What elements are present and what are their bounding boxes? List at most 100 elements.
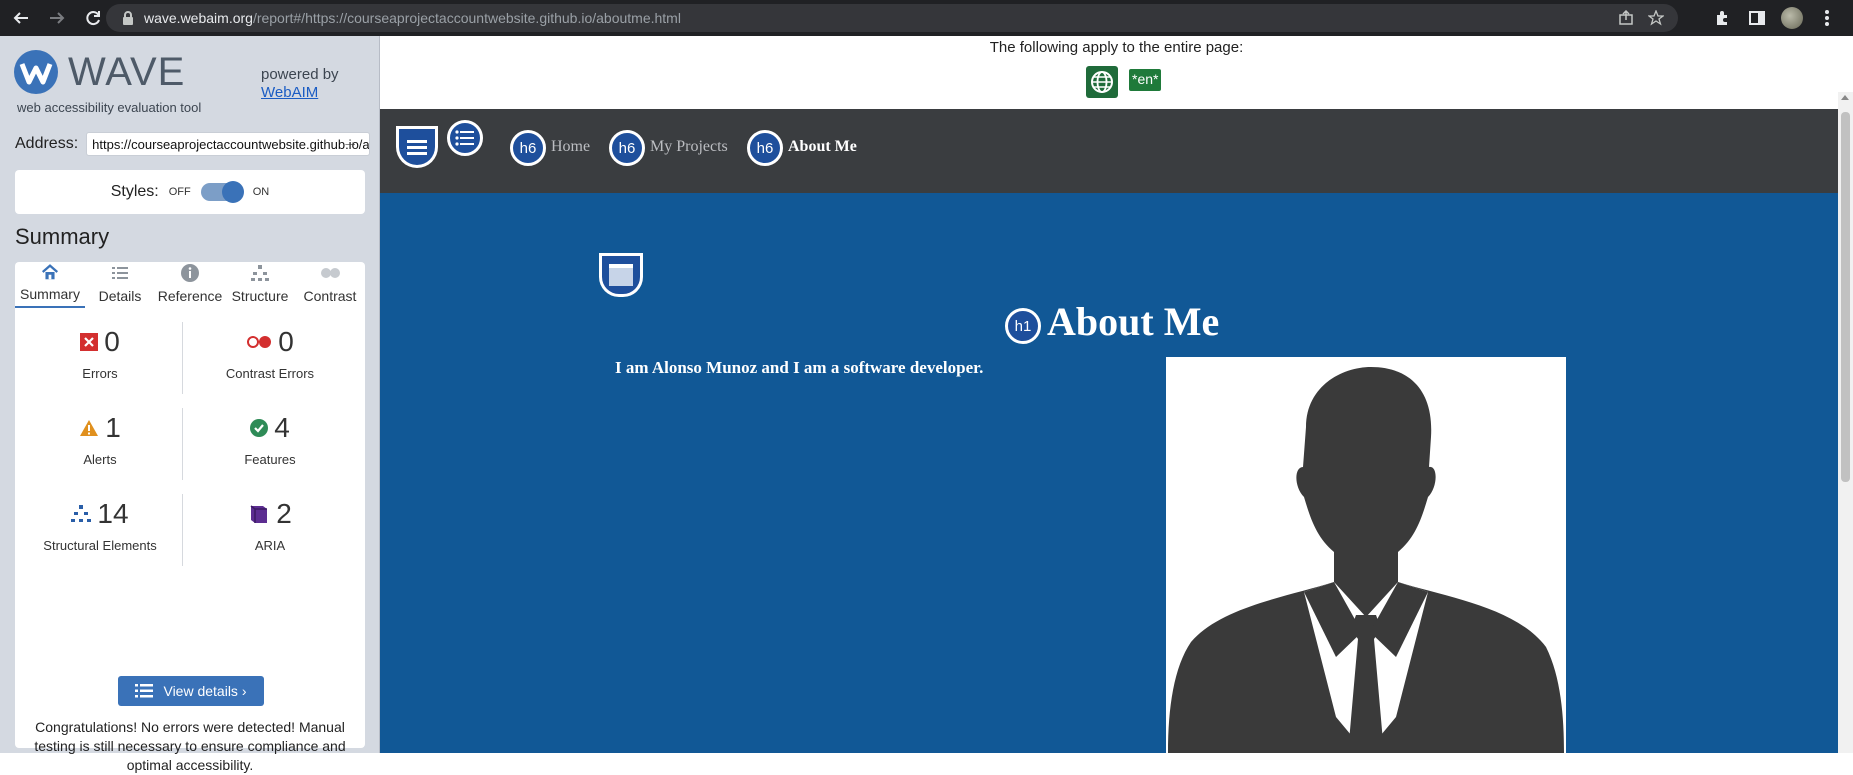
- stat-structural[interactable]: 14 Structural Elements: [15, 498, 185, 553]
- styles-on-label: ON: [252, 186, 270, 198]
- address-row: Address: https://courseaprojectaccountwe…: [15, 132, 371, 156]
- tab-label-contrast: Contrast: [303, 288, 357, 304]
- address-input[interactable]: https://courseaprojectaccountwebsite.git…: [86, 132, 371, 156]
- star-icon[interactable]: [1648, 10, 1664, 26]
- webaim-link[interactable]: WebAIM: [261, 84, 318, 101]
- nav-my-projects[interactable]: My Projects: [650, 138, 728, 156]
- tab-reference[interactable]: Reference: [155, 262, 225, 308]
- wave-sidebar: WAVE web accessibility evaluation tool p…: [0, 36, 380, 773]
- address-go-icon[interactable]: →: [342, 134, 358, 152]
- info-icon: [181, 264, 199, 282]
- errors-label: Errors: [82, 366, 118, 381]
- profile-avatar[interactable]: [1781, 7, 1803, 29]
- stat-features[interactable]: 4 Features: [185, 412, 355, 467]
- address-bar[interactable]: wave.webaim.org/report#/https://courseap…: [106, 4, 1678, 32]
- toggle-knob: [221, 181, 244, 203]
- aria-icon: [250, 505, 268, 523]
- structure-icon: [71, 505, 92, 522]
- wave-tabs: Summary Details Reference Structure Cont…: [15, 262, 365, 308]
- tab-label-details: Details: [98, 288, 142, 304]
- reload-button[interactable]: [78, 3, 108, 33]
- extensions-icon[interactable]: [1713, 8, 1733, 28]
- url-path: /report#/https://courseaprojectaccountwe…: [252, 10, 681, 26]
- structural-count: 14: [97, 498, 129, 529]
- tab-details[interactable]: Details: [85, 262, 155, 308]
- menu-dots-icon[interactable]: [1817, 8, 1837, 28]
- language-badge[interactable]: *en*: [1129, 69, 1162, 91]
- stat-contrast-errors[interactable]: 0 Contrast Errors: [185, 326, 355, 381]
- h6-icon[interactable]: h6: [747, 130, 783, 166]
- tab-label-structure: Structure: [231, 288, 289, 304]
- alert-icon: [80, 420, 99, 436]
- arrow-left-icon: [13, 12, 28, 24]
- stat-alerts[interactable]: 1 Alerts: [15, 412, 185, 467]
- arrow-right-icon: [50, 12, 65, 24]
- forward-button[interactable]: [42, 3, 72, 33]
- aria-label: ARIA: [254, 538, 286, 553]
- page-heading: About Me: [1047, 299, 1220, 344]
- powered-by: powered by WebAIM: [261, 66, 339, 102]
- styles-toggle-box: Styles: OFF ON: [15, 170, 365, 214]
- wave-logo-subtitle: web accessibility evaluation tool: [17, 100, 202, 115]
- address-label: Address:: [15, 135, 79, 152]
- scroll-up-icon[interactable]: [1841, 95, 1849, 100]
- url-host: wave.webaim.org: [144, 10, 253, 26]
- browser-toolbar: wave.webaim.org/report#/https://courseap…: [0, 0, 1853, 36]
- wave-logo-text: WAVE: [68, 50, 186, 94]
- back-button[interactable]: [6, 3, 36, 33]
- share-icon[interactable]: [1618, 10, 1634, 26]
- contrast-icon: [321, 268, 340, 278]
- site-main: [380, 193, 1853, 753]
- styles-label: Styles:: [110, 183, 159, 200]
- h6-icon[interactable]: h6: [510, 130, 546, 166]
- site-header: h6 Home h6 My Projects h6 About Me: [380, 109, 1853, 193]
- nav-home[interactable]: Home: [551, 138, 590, 156]
- page-scrollbar[interactable]: [1838, 92, 1853, 753]
- stat-aria[interactable]: 2 ARIA: [185, 498, 355, 553]
- view-details-button[interactable]: View details ›: [118, 676, 264, 706]
- intro-text: I am Alonso Munoz and I am a software de…: [615, 358, 984, 377]
- profile-silhouette-image: [1166, 357, 1566, 753]
- main-landmark-icon[interactable]: [599, 253, 643, 297]
- h1-icon[interactable]: h1: [1005, 308, 1041, 344]
- contrast-error-icon: [247, 336, 272, 348]
- reload-icon: [86, 11, 100, 26]
- features-count: 4: [274, 412, 290, 443]
- error-icon: [80, 333, 99, 351]
- features-label: Features: [244, 452, 296, 467]
- structural-label: Structural Elements: [43, 538, 157, 553]
- nav-about-me[interactable]: About Me: [788, 138, 857, 156]
- summary-panel: Summary Details Reference Structure Cont…: [15, 262, 365, 773]
- stat-errors[interactable]: 0 Errors: [15, 326, 185, 381]
- tab-structure[interactable]: Structure: [225, 262, 295, 308]
- contrast-errors-count: 0: [278, 326, 294, 357]
- side-panel-icon[interactable]: [1747, 8, 1767, 28]
- globe-icon[interactable]: [1086, 66, 1118, 98]
- tab-label-summary: Summary: [20, 286, 80, 302]
- list-icon[interactable]: [447, 120, 483, 156]
- page-preview: The following apply to the entire page: …: [380, 36, 1853, 753]
- aria-count: 2: [276, 498, 292, 529]
- entire-page-panel: The following apply to the entire page: …: [380, 36, 1853, 109]
- tab-contrast[interactable]: Contrast: [295, 262, 365, 308]
- styles-off-label: OFF: [168, 186, 191, 198]
- summary-title: Summary: [15, 224, 110, 249]
- tab-summary[interactable]: Summary: [15, 262, 85, 308]
- list-icon: [112, 267, 128, 279]
- view-details-label: View details ›: [163, 683, 247, 699]
- structure-icon: [251, 265, 269, 281]
- navigation-landmark-icon[interactable]: [396, 126, 438, 168]
- alerts-count: 1: [105, 412, 121, 443]
- errors-count: 0: [104, 326, 120, 357]
- lock-icon: [123, 11, 133, 25]
- powered-by-text: powered by: [261, 66, 339, 83]
- feature-check-icon: [250, 419, 269, 437]
- congrats-message: Congratulations! No errors were detected…: [34, 719, 346, 773]
- h6-icon[interactable]: h6: [609, 130, 645, 166]
- styles-toggle[interactable]: [200, 181, 244, 203]
- entire-page-text: The following apply to the entire page:: [989, 39, 1244, 56]
- scroll-thumb[interactable]: [1841, 112, 1850, 482]
- tab-label-reference: Reference: [157, 288, 223, 304]
- alerts-label: Alerts: [83, 452, 117, 467]
- list-icon: [135, 684, 154, 698]
